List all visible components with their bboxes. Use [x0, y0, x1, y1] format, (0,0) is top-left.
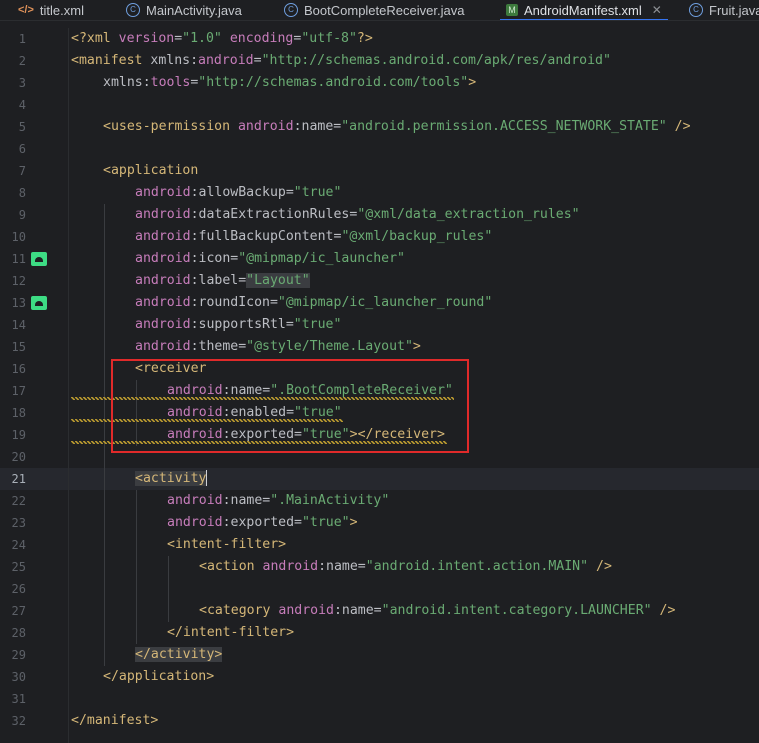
tab-title-xml[interactable]: </> title.xml: [18, 0, 84, 20]
tab-main-activity[interactable]: C MainActivity.java: [126, 0, 242, 20]
code-line-22: android:name=".MainActivity": [167, 493, 390, 508]
code-line-7: <application: [103, 163, 199, 178]
tab-label: MainActivity.java: [146, 2, 242, 18]
line-number: 3: [18, 76, 26, 90]
java-class-icon: C: [284, 3, 298, 17]
code-line-1: <?xml version="1.0" encoding="utf-8"?>: [71, 31, 373, 46]
code-line-27: <category android:name="android.intent.c…: [199, 603, 676, 618]
android-icon[interactable]: [31, 252, 47, 266]
code-line-23: android:exported="true">: [167, 515, 358, 530]
line-number-current: 21: [11, 472, 26, 486]
line-number: 20: [11, 450, 26, 464]
line-number: 27: [11, 604, 26, 618]
editor-tab-bar: </> title.xml C MainActivity.java C Boot…: [0, 0, 759, 21]
code-line-32: </manifest>: [71, 713, 159, 728]
line-number: 9: [18, 208, 26, 222]
receiver-highlight-box: [111, 359, 469, 453]
code-line-10: android:fullBackupContent="@xml/backup_r…: [135, 229, 493, 244]
line-number: 1: [18, 32, 26, 46]
line-number: 7: [18, 164, 26, 178]
xml-code-icon: </>: [18, 4, 34, 16]
line-number: 18: [11, 406, 26, 420]
line-number: 6: [18, 142, 26, 156]
line-number: 16: [11, 362, 26, 376]
ide-window: </> title.xml C MainActivity.java C Boot…: [0, 0, 759, 743]
code-line-13: android:roundIcon="@mipmap/ic_launcher_r…: [135, 295, 493, 310]
line-number: 2: [18, 54, 26, 68]
line-number: 26: [11, 582, 26, 596]
manifest-icon: M: [506, 4, 518, 16]
tab-label: BootCompleteReceiver.java: [304, 2, 465, 18]
code-line-9: android:dataExtractionRules="@xml/data_e…: [135, 207, 580, 222]
tab-android-manifest[interactable]: M AndroidManifest.xml ✕: [500, 0, 668, 20]
tab-fruit[interactable]: C Fruit.java: [689, 0, 759, 20]
line-number: 23: [11, 516, 26, 530]
line-number: 13: [11, 296, 26, 310]
line-number: 8: [18, 186, 26, 200]
code-line-24: <intent-filter>: [167, 537, 287, 552]
code-line-21: <activity: [135, 470, 208, 486]
code-line-11: android:icon="@mipmap/ic_launcher": [135, 251, 405, 266]
line-number: 10: [11, 230, 26, 244]
code-line-29: </activity>: [135, 647, 223, 662]
line-number: 28: [11, 626, 26, 640]
tab-label: Fruit.java: [709, 2, 759, 18]
code-line-3: xmlns:tools="http://schemas.android.com/…: [103, 75, 477, 90]
line-number: 19: [11, 428, 26, 442]
code-line-25: <action android:name="android.intent.act…: [199, 559, 612, 574]
close-tab-icon[interactable]: ✕: [652, 3, 662, 17]
code-line-15: android:theme="@style/Theme.Layout">: [135, 339, 421, 354]
line-number: 29: [11, 648, 26, 662]
line-number: 12: [11, 274, 26, 288]
tab-label: title.xml: [39, 2, 84, 18]
code-line-8: android:allowBackup="true": [135, 185, 342, 200]
line-number: 4: [18, 98, 26, 112]
android-icon[interactable]: [31, 296, 47, 310]
line-number: 15: [11, 340, 26, 354]
code-line-28: </intent-filter>: [167, 625, 295, 640]
code-editor[interactable]: 1 2 3 4 5 6 7 8 9 10 11 12 13 14 15 16 1…: [0, 28, 759, 743]
code-line-30: </application>: [103, 669, 215, 684]
line-number: 14: [11, 318, 26, 332]
code-line-5: <uses-permission android:name="android.p…: [103, 119, 691, 134]
line-number: 11: [11, 252, 26, 266]
line-number: 31: [11, 692, 26, 706]
gutter-divider: [68, 28, 69, 743]
line-number: 5: [18, 120, 26, 134]
java-class-icon: C: [689, 3, 703, 17]
code-line-14: android:supportsRtl="true": [135, 317, 342, 332]
code-line-2: <manifest xmlns:android="http://schemas.…: [71, 53, 611, 68]
tab-label: AndroidManifest.xml: [524, 2, 642, 18]
line-number: 32: [11, 714, 26, 728]
line-number: 25: [11, 560, 26, 574]
code-line-12: android:label="Layout": [135, 273, 310, 288]
text-caret: [206, 470, 208, 486]
java-class-icon: C: [126, 3, 140, 17]
line-number: 17: [11, 384, 26, 398]
line-number: 24: [11, 538, 26, 552]
line-number: 22: [11, 494, 26, 508]
tab-boot-complete-receiver[interactable]: C BootCompleteReceiver.java: [284, 0, 464, 20]
line-number: 30: [11, 670, 26, 684]
